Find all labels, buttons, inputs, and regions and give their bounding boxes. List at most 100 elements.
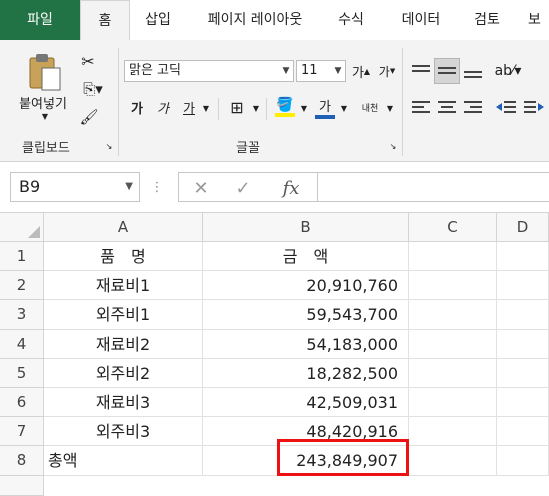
ribbon-tabs: 파일 홈 삽입 페이지 레이아웃 수식 데이터 검토 보 [0,0,549,42]
cell-c[interactable] [409,242,497,272]
cell-d[interactable] [497,271,549,301]
formula-input[interactable] [317,172,549,202]
font-size-select[interactable]: 11 ▼ [296,60,346,82]
align-right-icon[interactable] [462,96,484,118]
bold-button[interactable]: 가 [128,96,146,118]
tab-home[interactable]: 홈 [80,0,130,42]
cell-a[interactable]: 재료비3 [44,388,203,418]
row-header[interactable]: 4 [0,329,44,359]
cell-a[interactable]: 재료비2 [44,329,203,359]
chevron-down-icon[interactable]: ▼ [125,173,133,201]
cell-d[interactable] [497,329,549,359]
cell-d[interactable] [497,388,549,418]
ribbon: 붙여넣기 ▼ ✂ ⎘▾ 🖌 클립보드 ↘ 맑은 고딕 ▼ 11 ▼ 가 ▲ 가 ▼ … [0,40,549,162]
font-launcher-icon[interactable]: ↘ [388,140,398,152]
cancel-icon[interactable]: ✕ [187,175,215,201]
cell-b[interactable]: 54,183,000 [203,329,409,359]
increase-indent-icon[interactable] [522,96,546,118]
cell-a[interactable]: 품 명 [44,242,203,272]
tab-file[interactable]: 파일 [0,0,80,40]
enter-icon[interactable]: ✓ [229,175,257,201]
tab-formulas[interactable]: 수식 [326,0,376,40]
row-header[interactable]: 1 [0,242,44,272]
align-middle-icon[interactable] [434,58,460,84]
clipboard-launcher-icon[interactable]: ↘ [104,140,114,152]
tab-data[interactable]: 데이터 [386,0,456,40]
divider [266,98,267,120]
cell-d[interactable] [497,446,549,476]
cell-d[interactable] [497,242,549,272]
cell-c[interactable] [409,329,497,359]
font-color-icon[interactable]: 가 [314,94,336,120]
align-bottom-icon[interactable] [462,60,484,82]
insert-function-icon[interactable]: fx [275,175,307,201]
cell-c[interactable] [409,446,497,476]
cell-b[interactable]: 42,509,031 [203,388,409,418]
italic-button[interactable]: 가 [154,96,172,118]
formula-bar: B9 ▼ ⋮ ✕ ✓ fx [0,162,549,213]
row-header[interactable]: 7 [0,417,44,447]
format-painter-icon[interactable]: 🖌 [78,106,100,128]
chevron-down-icon[interactable]: ▼ [384,100,396,116]
underline-button[interactable]: 가 [180,96,198,118]
orientation-icon[interactable]: ab⁄▾ [494,60,522,82]
cell-a[interactable]: 총액 [44,446,203,476]
fill-color-icon[interactable]: 🪣 [274,94,296,120]
cell-b[interactable]: 18,282,500 [203,358,409,388]
align-top-icon[interactable] [410,60,432,82]
cell-a[interactable]: 재료비1 [44,271,203,301]
row-header[interactable]: 2 [0,271,44,301]
select-all-corner[interactable] [0,213,44,242]
cell-b[interactable]: 금 액 [203,242,409,272]
tab-page-layout[interactable]: 페이지 레이아웃 [190,0,320,40]
paste-icon[interactable] [22,52,70,92]
cell-c[interactable] [409,358,497,388]
paste-button[interactable]: 붙여넣기 [10,92,76,112]
chevron-down-icon[interactable]: ▼ [250,100,262,116]
align-center-icon[interactable] [436,96,458,118]
cut-icon[interactable]: ✂ [78,50,98,72]
formula-buttons: ✕ ✓ fx [178,172,318,202]
tab-insert[interactable]: 삽입 [132,0,184,40]
column-header-b[interactable]: B [203,213,409,242]
phonetic-button[interactable]: 내천 [358,96,382,118]
copy-icon[interactable]: ⎘▾ [78,78,108,100]
clipboard-group-label: 클립보드 [22,141,70,156]
column-header-c[interactable]: C [409,213,497,242]
column-header-d[interactable]: D [497,213,549,242]
cell-d[interactable] [497,300,549,330]
borders-icon[interactable]: ⊞ [226,96,248,118]
chevron-down-icon[interactable]: ▼ [298,100,310,116]
row-header[interactable]: 5 [0,358,44,388]
column-header-a[interactable]: A [44,213,203,242]
align-left-icon[interactable] [410,96,432,118]
tab-view[interactable]: 보 [520,0,549,40]
tab-review[interactable]: 검토 [462,0,512,40]
paste-dropdown-icon[interactable]: ▼ [38,110,52,122]
shrink-font-button[interactable]: 가 ▼ [378,60,396,82]
cell-b[interactable]: 20,910,760 [203,271,409,301]
cell-c[interactable] [409,271,497,301]
cell-b[interactable]: 59,543,700 [203,300,409,330]
cell-d[interactable] [497,358,549,388]
cell-c[interactable] [409,388,497,418]
grow-font-label: 가 [351,65,364,81]
row-header-partial[interactable] [0,475,44,496]
cell-c[interactable] [409,417,497,447]
cell-a[interactable]: 외주비3 [44,417,203,447]
font-name-select[interactable]: 맑은 고딕 ▼ [124,60,294,82]
cell-d[interactable] [497,417,549,447]
cell-c[interactable] [409,300,497,330]
row-header[interactable]: 8 [0,446,44,476]
name-box[interactable]: B9 ▼ [10,172,140,202]
cell-a[interactable]: 외주비2 [44,358,203,388]
decrease-indent-icon[interactable] [494,96,518,118]
row-header[interactable]: 6 [0,388,44,418]
chevron-down-icon[interactable]: ▼ [200,100,212,116]
chevron-down-icon[interactable]: ▼ [338,100,350,116]
cell-a[interactable]: 외주비1 [44,300,203,330]
grow-font-button[interactable]: 가 ▲ [352,60,370,82]
worksheet-grid[interactable]: A B C D 1품 명금 액 2 재료비1 20,910,760 3 외주비1 59,54… [0,213,549,496]
more-icon[interactable]: ⋮ [150,176,164,198]
row-header[interactable]: 3 [0,300,44,330]
